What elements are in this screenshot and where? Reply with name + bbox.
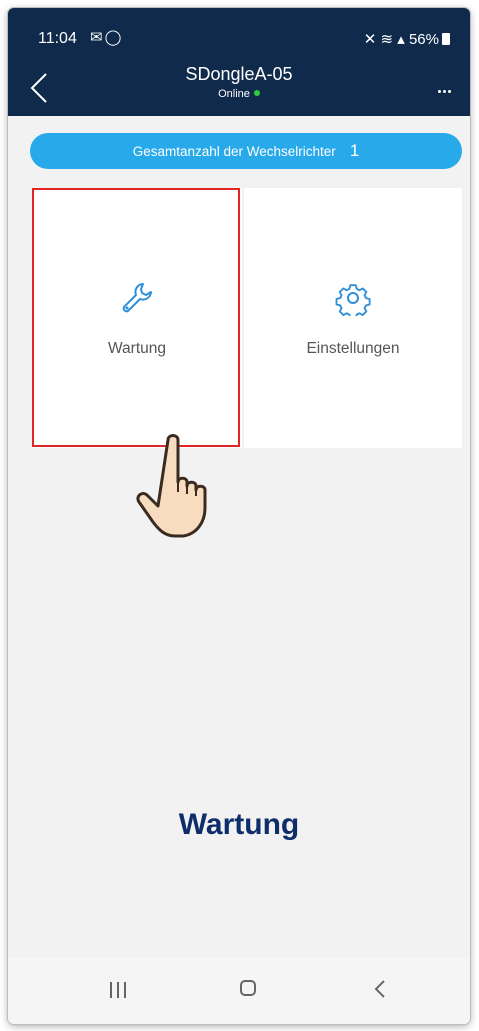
inverter-count-label: Gesamtanzahl der Wechselrichter bbox=[132, 144, 336, 159]
teams-icon: ✉ bbox=[90, 29, 105, 46]
inverter-count-value: 1 bbox=[349, 141, 360, 160]
step-caption: Wartung bbox=[178, 808, 300, 841]
battery-level: 56% bbox=[408, 31, 439, 48]
tile-einstellungen[interactable]: Einstellungen bbox=[244, 188, 462, 448]
online-dot-icon bbox=[253, 90, 260, 96]
app-header: 11:04 ✉◯ ✕ ≋ ▴ 56% SDongleA-05 Online bbox=[8, 8, 470, 116]
recent-apps-icon[interactable] bbox=[108, 980, 128, 1000]
inverter-count-bar[interactable]: Gesamtanzahl der Wechselrichter 1 bbox=[30, 133, 462, 169]
gear-icon bbox=[335, 284, 371, 316]
home-icon[interactable] bbox=[240, 980, 256, 996]
tile-einstellungen-label: Einstellungen bbox=[306, 340, 400, 357]
whatsapp-icon: ◯ bbox=[104, 29, 124, 46]
header-title-block: SDongleA-05 Online bbox=[88, 64, 390, 100]
status-time: 11:04 bbox=[38, 30, 77, 47]
mute-icon: ✕ bbox=[363, 31, 377, 48]
back-arrow-icon[interactable] bbox=[26, 70, 56, 106]
phone-screen: 11:04 ✉◯ ✕ ≋ ▴ 56% SDongleA-05 Online Ge… bbox=[8, 8, 470, 1024]
status-bar: 11:04 ✉◯ ✕ ≋ ▴ 56% bbox=[8, 8, 470, 52]
pointing-hand-icon bbox=[136, 434, 207, 538]
android-nav-bar bbox=[8, 958, 470, 1024]
notification-icons: ✉◯ bbox=[90, 28, 123, 46]
wifi-icon: ≋ bbox=[380, 31, 394, 48]
battery-icon bbox=[442, 33, 450, 45]
status-right: ✕ ≋ ▴ 56% bbox=[364, 30, 450, 48]
nav-back-icon[interactable] bbox=[372, 978, 388, 1000]
connection-status: Online bbox=[88, 88, 390, 100]
device-title: SDongleA-05 bbox=[185, 64, 293, 84]
connection-status-text: Online bbox=[218, 88, 250, 100]
more-menu-icon[interactable] bbox=[438, 80, 460, 93]
signal-icon: ▴ bbox=[397, 31, 405, 48]
highlight-box bbox=[32, 188, 240, 447]
